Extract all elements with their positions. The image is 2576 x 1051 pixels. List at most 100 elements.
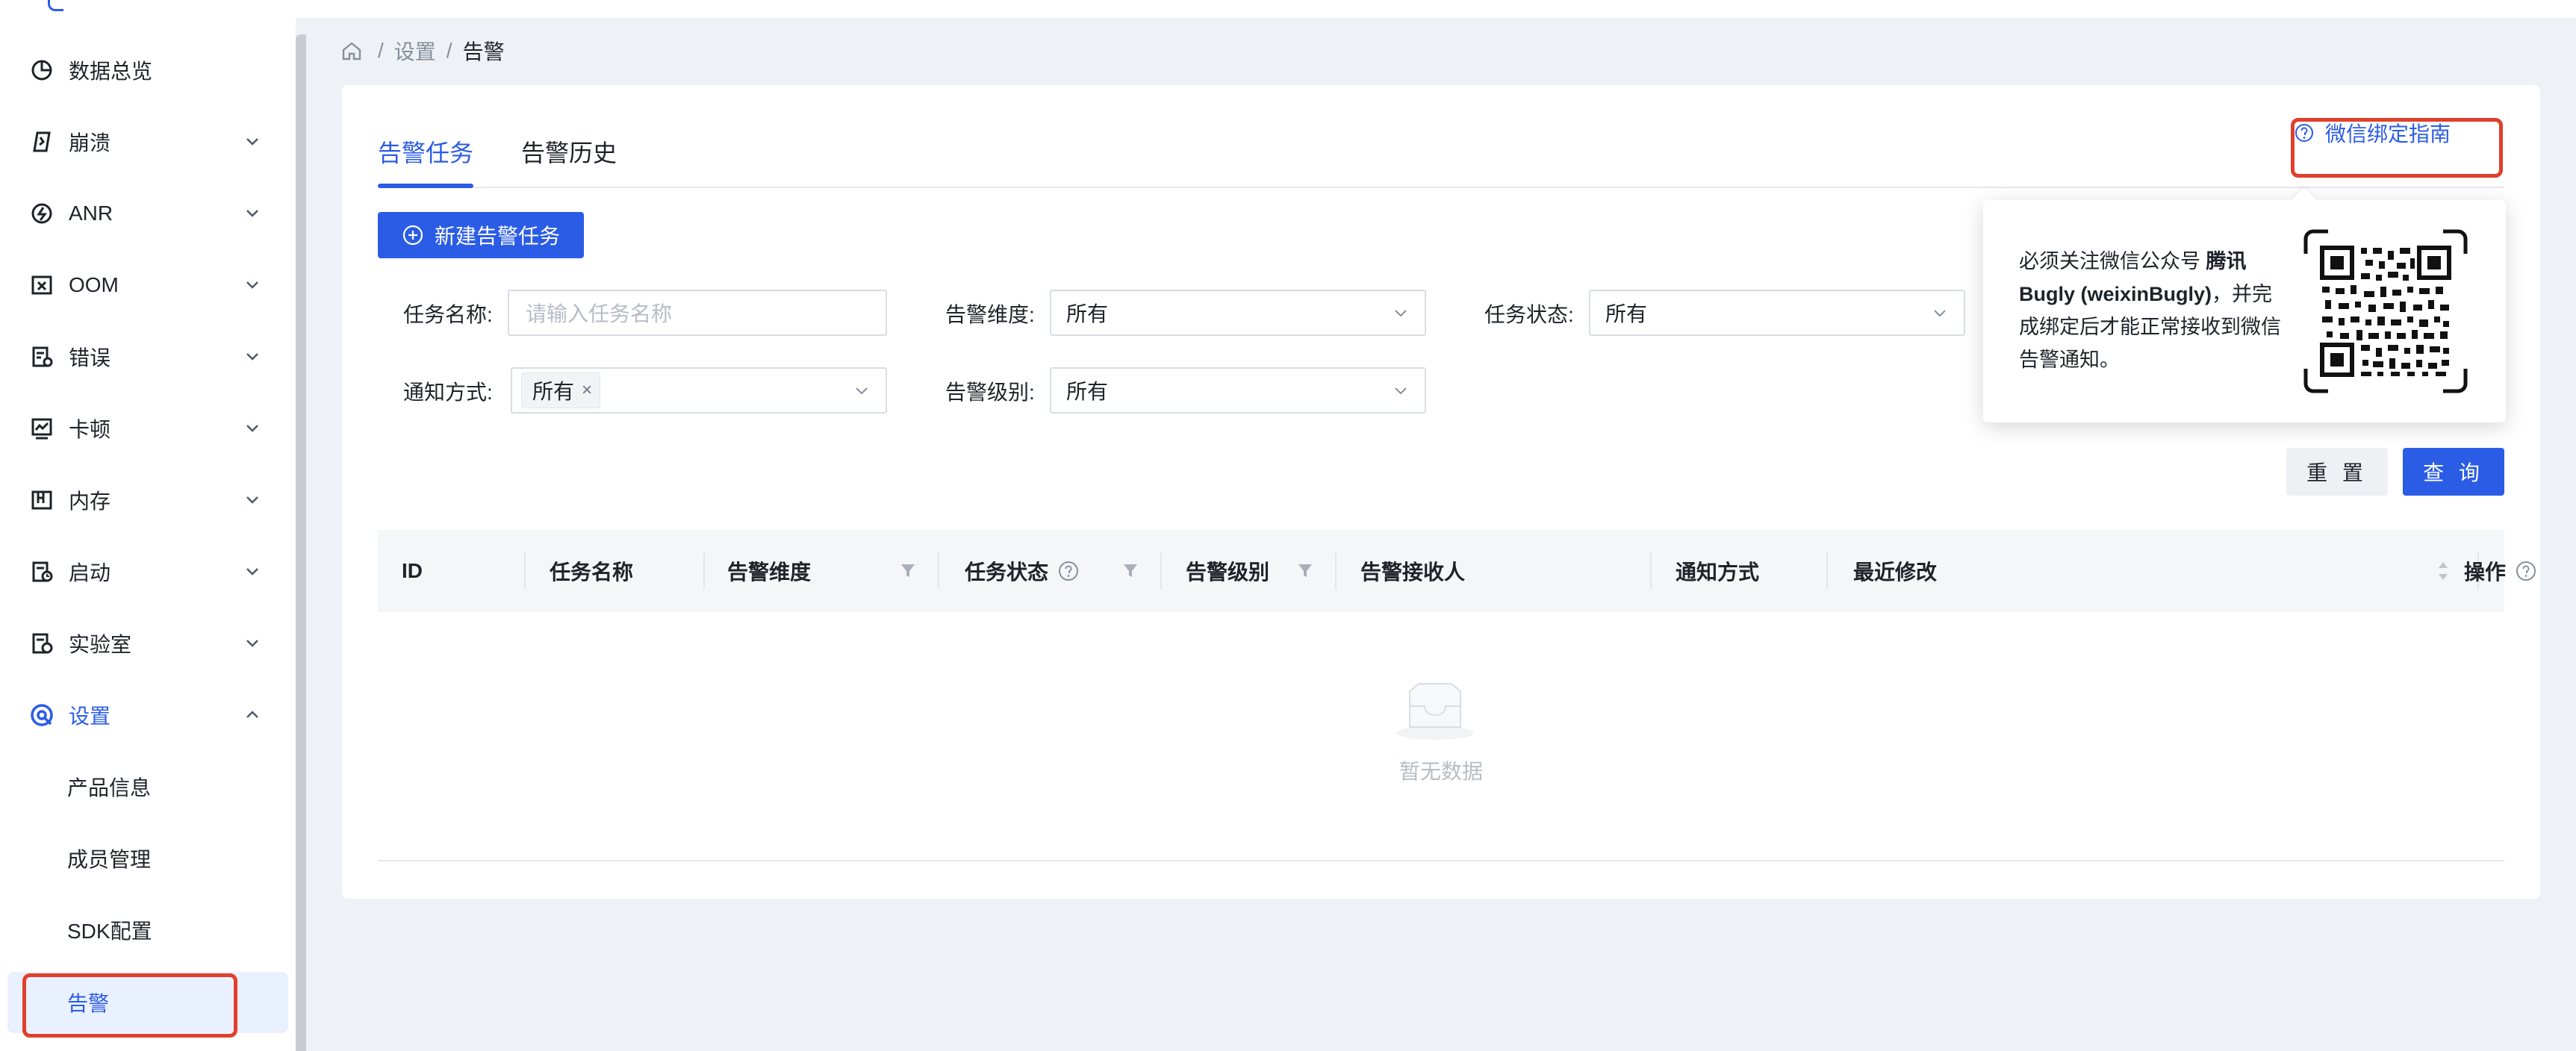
col-last-modified: 最近修改 bbox=[1853, 561, 1938, 584]
sort-icon[interactable] bbox=[2436, 558, 2451, 584]
task-name-placeholder: 请输入任务名称 bbox=[526, 302, 673, 325]
oom-icon bbox=[28, 272, 55, 299]
sidebar-subitem-members[interactable]: 成员管理 bbox=[0, 823, 296, 894]
tab-active-indicator bbox=[378, 184, 473, 188]
sidebar-item-label: 错误 bbox=[69, 346, 111, 369]
chevron-down-icon bbox=[856, 387, 868, 395]
chevron-down-icon bbox=[246, 568, 258, 576]
reset-button[interactable]: 重 置 bbox=[2286, 448, 2388, 496]
tag-close-icon[interactable]: × bbox=[582, 380, 592, 401]
col-status-label: 任务状态 bbox=[965, 561, 1049, 584]
filter-icon[interactable] bbox=[1296, 560, 1314, 581]
plus-circle-icon bbox=[402, 225, 423, 246]
col-notify: 通知方式 bbox=[1676, 561, 1760, 584]
col-divider bbox=[938, 552, 939, 590]
breadcrumb: / 设置 / 告警 bbox=[340, 36, 505, 66]
error-icon bbox=[28, 343, 55, 370]
task-name-input[interactable]: 请输入任务名称 bbox=[508, 290, 887, 336]
tabs-divider bbox=[378, 187, 2504, 188]
sidebar-subitem-product-info[interactable]: 产品信息 bbox=[0, 751, 296, 823]
level-select[interactable]: 所有 bbox=[1050, 367, 1426, 414]
dimension-select[interactable]: 所有 bbox=[1050, 290, 1426, 336]
level-label: 告警级别: bbox=[945, 381, 1035, 404]
lab-icon bbox=[28, 630, 55, 657]
sidebar-scrollbar[interactable] bbox=[296, 34, 306, 1051]
sidebar-item-label: 崩溃 bbox=[69, 131, 111, 155]
sidebar-item-label: OOM bbox=[69, 273, 119, 296]
col-level: 告警级别 bbox=[1186, 561, 1270, 584]
breadcrumb-separator: / bbox=[378, 39, 384, 62]
sidebar-item-settings[interactable]: 设置 bbox=[0, 679, 296, 751]
logo bbox=[48, 0, 63, 11]
popover-message: 必须关注微信公众号 腾讯Bugly (weixinBugly)，并完成绑定后才能… bbox=[2019, 245, 2288, 376]
tab-alert-history[interactable]: 告警历史 bbox=[521, 134, 617, 169]
sidebar-item-lab[interactable]: 实验室 bbox=[0, 608, 296, 679]
sidebar-subitem-label: 产品信息 bbox=[67, 776, 152, 799]
help-circle-icon[interactable] bbox=[2515, 560, 2537, 582]
col-task-name: 任务名称 bbox=[550, 561, 634, 584]
sidebar-subitem-label: 成员管理 bbox=[67, 848, 152, 871]
chevron-down-icon bbox=[246, 210, 258, 217]
col-divider bbox=[1160, 552, 1162, 590]
col-status: 任务状态 bbox=[965, 530, 1080, 612]
sidebar-item-oom[interactable]: OOM bbox=[0, 249, 296, 321]
memory-icon bbox=[28, 487, 55, 514]
sidebar-item-launch[interactable]: 启动 bbox=[0, 536, 296, 608]
col-dimension: 告警维度 bbox=[727, 561, 812, 584]
level-value: 所有 bbox=[1066, 380, 1109, 403]
sidebar-item-label: 数据总览 bbox=[69, 60, 153, 83]
status-select[interactable]: 所有 bbox=[1589, 290, 1965, 336]
col-receivers: 告警接收人 bbox=[1360, 561, 1466, 584]
breadcrumb-current: 告警 bbox=[462, 40, 505, 63]
top-bar bbox=[0, 0, 2576, 18]
col-actions-label: 操作 bbox=[2464, 561, 2507, 584]
sidebar-item-lag[interactable]: 卡顿 bbox=[0, 393, 296, 464]
highlight-box-alert bbox=[22, 973, 237, 1038]
filter-icon[interactable] bbox=[899, 560, 917, 581]
notify-tag-label: 所有 bbox=[532, 380, 575, 403]
wechat-guide-popover: 必须关注微信公众号 腾讯Bugly (weixinBugly)，并完成绑定后才能… bbox=[1983, 187, 2506, 422]
highlight-box-guide bbox=[2291, 118, 2503, 178]
col-divider bbox=[1335, 552, 1337, 590]
sidebar-item-label: 内存 bbox=[69, 490, 111, 513]
empty-text: 暂无数据 bbox=[1399, 760, 1483, 783]
status-value: 所有 bbox=[1605, 302, 1648, 325]
launch-icon bbox=[28, 558, 55, 585]
col-divider bbox=[524, 552, 526, 590]
sidebar-subitem-sdk-config[interactable]: SDK配置 bbox=[0, 894, 296, 966]
table-header: ID 任务名称 告警维度 任务状态 告警级别 告警接收人 通知方式 最近修改 bbox=[378, 530, 2504, 612]
sidebar-item-anr[interactable]: ANR bbox=[0, 178, 296, 249]
notify-tag: 所有 × bbox=[521, 372, 601, 408]
new-alert-task-label: 新建告警任务 bbox=[434, 225, 560, 248]
sidebar-item-overview[interactable]: 数据总览 bbox=[0, 34, 296, 106]
dimension-label: 告警维度: bbox=[945, 303, 1035, 326]
dimension-value: 所有 bbox=[1066, 302, 1109, 325]
help-circle-icon[interactable] bbox=[1057, 560, 1080, 582]
status-label: 任务状态: bbox=[1484, 303, 1574, 326]
chevron-down-icon bbox=[246, 138, 258, 146]
col-divider bbox=[703, 552, 705, 590]
breadcrumb-separator: / bbox=[446, 39, 452, 62]
home-icon[interactable] bbox=[340, 40, 363, 62]
col-id: ID bbox=[402, 559, 423, 582]
chevron-down-icon bbox=[246, 640, 258, 647]
sidebar-item-error[interactable]: 错误 bbox=[0, 321, 296, 393]
sidebar-item-crash[interactable]: 崩溃 bbox=[0, 106, 296, 178]
task-name-label: 任务名称: bbox=[403, 303, 493, 326]
notify-select[interactable]: 所有 × bbox=[511, 367, 887, 414]
sidebar-item-label: ANR bbox=[69, 202, 113, 225]
breadcrumb-settings[interactable]: 设置 bbox=[394, 36, 436, 66]
query-button[interactable]: 查 询 bbox=[2403, 448, 2504, 496]
popover-text-before: 必须关注微信公众号 bbox=[2019, 250, 2206, 272]
col-divider bbox=[1826, 552, 1828, 590]
tab-alert-tasks[interactable]: 告警任务 bbox=[378, 134, 473, 169]
sidebar-item-memory[interactable]: 内存 bbox=[0, 464, 296, 536]
chevron-down-icon bbox=[246, 353, 258, 361]
chevron-down-icon bbox=[1395, 310, 1407, 317]
new-alert-task-button[interactable]: 新建告警任务 bbox=[378, 212, 584, 258]
sidebar-subitem-label: SDK配置 bbox=[67, 920, 152, 943]
filter-icon[interactable] bbox=[1121, 560, 1139, 581]
pie-chart-icon bbox=[28, 57, 55, 84]
lag-icon bbox=[28, 415, 55, 442]
sidebar: 数据总览 崩溃 ANR OOM 错误 卡顿 内存 启动 实验室 设置 产品信息 … bbox=[0, 18, 296, 1051]
